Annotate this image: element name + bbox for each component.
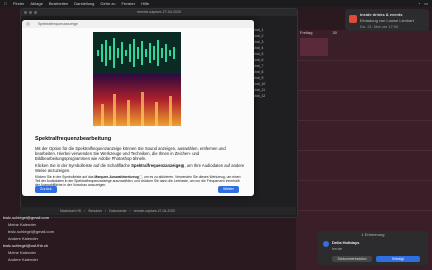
calendar-item[interactable]: bwlc.schlegel@gmail.com	[0, 228, 80, 235]
account-label: bwlc.schlegel@ost.fhb.ch	[3, 243, 49, 248]
menu-bar:  Finder Ablage Bearbeiten Darstellung G…	[0, 0, 432, 7]
menu-bearbeiten[interactable]: Bearbeiten	[49, 1, 68, 6]
waveform-image	[93, 32, 181, 74]
path-item[interactable]: Benutzer	[88, 209, 102, 213]
dialog-paragraph-2: Klicken Sie in der Symbolleiste auf die …	[35, 163, 245, 174]
notification-line1: Einladung von Louise Lienhart	[360, 18, 414, 23]
reminder-header: 1 Erinnerung	[361, 232, 385, 237]
menu-darstellung[interactable]: Darstellung	[74, 1, 94, 6]
calendar-day-header: Freitag 30	[300, 30, 337, 35]
apple-icon[interactable]: 	[4, 1, 7, 6]
calendar-day-number: 30	[332, 30, 337, 35]
wifi-icon[interactable]: ◔	[418, 1, 420, 6]
menu-gehe-zu[interactable]: Gehe zu	[100, 1, 115, 6]
menu-ablage[interactable]: Ablage	[30, 1, 42, 6]
reminder-subtitle: heute	[332, 246, 343, 251]
calendar-hour-line	[296, 180, 432, 181]
calendar-event[interactable]	[300, 38, 328, 56]
account-label: bwlc.schlegel@gmail.com	[3, 215, 50, 220]
menu-fenster[interactable]: Fenster	[122, 1, 136, 6]
reminder-title: Delia Holidays	[332, 240, 360, 245]
calendar-app-icon	[349, 15, 357, 23]
dialog-paragraph-1: Mit der Option für die Spektralfrequenza…	[35, 146, 226, 162]
dialog-paragraph-3: Klicken Sie in der Symbolleiste auf das …	[35, 175, 241, 187]
done-button[interactable]: Erledigt	[376, 256, 420, 262]
window-controls	[24, 11, 37, 14]
calendar-group[interactable]: Meine Kalender	[0, 221, 80, 228]
zoom-dot[interactable]	[34, 11, 37, 14]
reminder-icon	[323, 241, 329, 247]
menu-finder[interactable]: Finder	[13, 1, 24, 6]
snooze-button[interactable]: Schlummerfunktion	[332, 256, 372, 262]
notification-line2: Do. 21. Mai um 17:00	[360, 24, 399, 29]
path-item[interactable]: remote-capture-27-04-2020	[134, 209, 175, 213]
menu-hilfe[interactable]: Hilfe	[141, 1, 149, 6]
battery-icon[interactable]: ▭	[424, 1, 428, 6]
close-icon[interactable]	[26, 22, 30, 26]
reminder-popup: 1 Erinnerung Delia Holidays heute Schlum…	[318, 231, 428, 265]
notification-title: Inside drinks & events	[360, 12, 403, 17]
calendar-hour-line	[296, 60, 432, 61]
help-dialog: Spektralfrequenzanzeige Spektralfrequenz…	[22, 20, 254, 196]
calendar-hour-line	[296, 210, 432, 211]
calendar-group[interactable]: Meine Kalender	[0, 249, 80, 256]
finder-title: remote-capture-27-04-2020	[21, 9, 297, 16]
dialog-title: Spektralfrequenzanzeige	[22, 20, 254, 28]
status-area: ◔ ▭	[418, 0, 428, 7]
close-dot[interactable]	[24, 11, 27, 14]
minimize-dot[interactable]	[29, 11, 32, 14]
spectrogram-image	[93, 74, 181, 126]
path-item[interactable]: Macintosh HD	[60, 209, 81, 213]
back-button[interactable]: Zurück	[35, 186, 57, 193]
calendar-day-label: Freitag	[300, 30, 313, 35]
calendar-group[interactable]: Andere Kalender	[0, 235, 80, 242]
calendar-sidebar: bwlc.schlegel@gmail.com Meine Kalender b…	[0, 214, 80, 270]
dialog-heading: Spektralfrequenzbearbeitung	[35, 136, 112, 142]
next-button[interactable]: Weiter	[218, 186, 239, 193]
notification-banner[interactable]: Inside drinks & events Einladung von Lou…	[345, 9, 429, 31]
calendar-hour-line	[296, 120, 432, 121]
path-item[interactable]: Dokumente	[109, 209, 126, 213]
calendar-hour-line	[296, 90, 432, 91]
calendar-hour-line	[296, 150, 432, 151]
calendar-group[interactable]: Andere Kalender	[0, 256, 80, 263]
